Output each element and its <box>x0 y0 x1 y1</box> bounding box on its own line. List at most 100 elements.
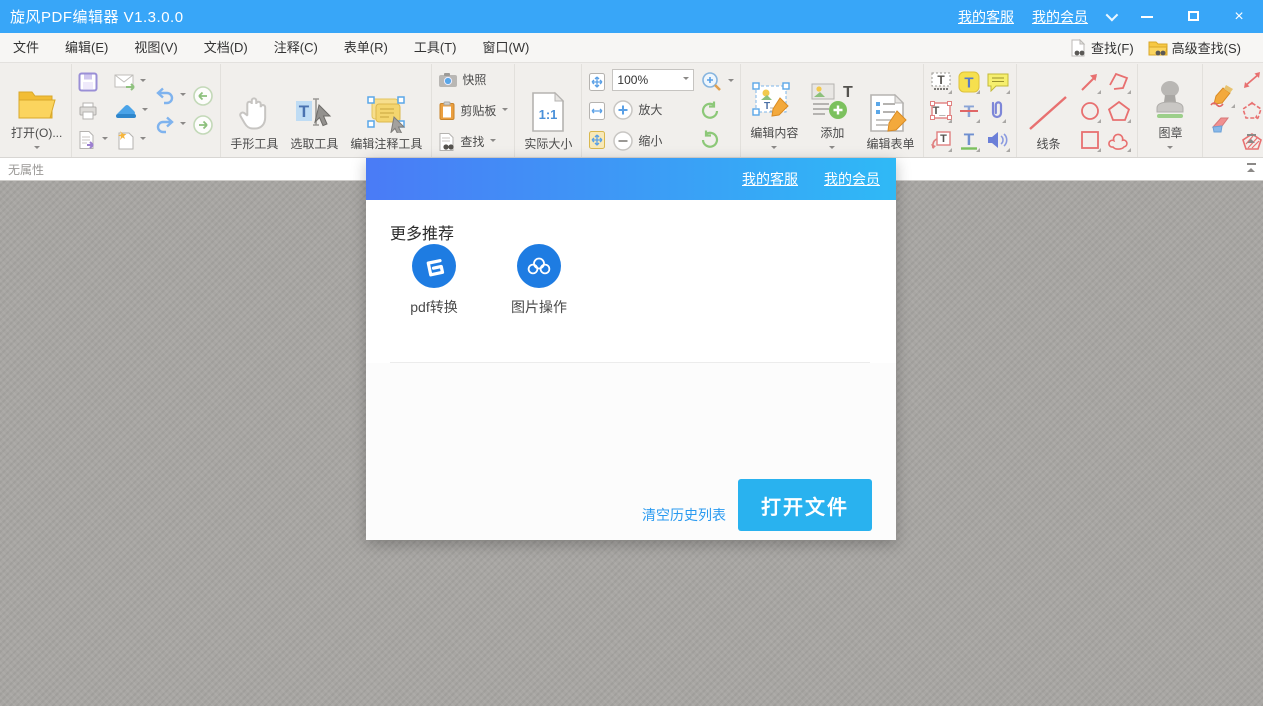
fit-visible-button[interactable] <box>588 128 606 152</box>
menu-file[interactable]: 文件 <box>0 33 52 63</box>
edit-content-icon: T <box>752 82 796 122</box>
stamp-button[interactable]: 图章 <box>1144 68 1196 154</box>
snapshot-button[interactable]: 快照 <box>438 67 486 93</box>
shortcut-image-operations[interactable]: 图片操作 <box>507 244 571 317</box>
svg-text:T: T <box>938 73 946 87</box>
new-document-dropdown-caret <box>140 137 146 143</box>
edit-form-button[interactable]: 编辑表单 <box>863 68 917 154</box>
svg-text:T: T <box>964 130 975 149</box>
edit-content-button[interactable]: T 编辑内容 <box>747 68 801 154</box>
sound-annotation-button[interactable] <box>986 128 1010 152</box>
go-back-button[interactable] <box>192 84 214 108</box>
member-link[interactable]: 我的会员 <box>1032 7 1088 27</box>
strikethrough-text-button[interactable]: T <box>958 99 980 123</box>
stamp-icon <box>1147 80 1193 122</box>
distance-tool-button[interactable]: 距离 <box>1241 67 1263 93</box>
polyline-tool-button[interactable] <box>1107 70 1131 94</box>
rectangle-tool-button[interactable] <box>1079 128 1101 152</box>
callout-text-tool-button[interactable]: T <box>930 128 952 152</box>
image-operations-icon <box>517 244 561 288</box>
dialog-service-link[interactable]: 我的客服 <box>742 169 798 189</box>
svg-text:T: T <box>764 101 770 112</box>
scanner-button[interactable] <box>114 99 148 123</box>
close-button[interactable]: × <box>1225 0 1253 33</box>
find-menubar-button[interactable]: 查找(F) <box>1066 36 1138 59</box>
add-button[interactable]: T 添加 <box>807 68 857 154</box>
select-tool-button[interactable]: T 选取工具 <box>287 68 341 154</box>
clipboard-button[interactable]: 剪贴板 <box>438 98 508 124</box>
underline-text-button[interactable]: T <box>958 128 980 152</box>
clear-history-link[interactable]: 清空历史列表 <box>642 505 726 525</box>
toolbar-collapse-button[interactable] <box>1245 134 1257 146</box>
fit-page-button[interactable] <box>588 70 606 94</box>
note-comment-button[interactable] <box>986 70 1010 94</box>
zoom-level-caret <box>683 77 689 83</box>
save-button[interactable] <box>78 70 98 94</box>
text-field-tool-button[interactable]: T_ <box>930 99 952 123</box>
maximize-button[interactable] <box>1179 0 1207 33</box>
dialog-header: 我的客服 我的会员 <box>366 158 896 200</box>
chevron-down-icon[interactable] <box>1106 9 1119 22</box>
menu-document[interactable]: 文档(D) <box>191 33 261 63</box>
typewriter-tool-button[interactable]: T <box>930 70 952 94</box>
rotate-left-button[interactable] <box>700 99 720 123</box>
hand-icon <box>237 95 271 133</box>
zoom-in-button[interactable]: 放大 <box>612 97 662 123</box>
scanner-dropdown-caret <box>142 108 148 114</box>
redo-dropdown-caret <box>180 122 186 128</box>
shortcut-pdf-convert[interactable]: pdf转换 <box>402 244 466 317</box>
pencil-tool-button[interactable] <box>1209 84 1235 108</box>
svg-text:1:1: 1:1 <box>539 107 558 122</box>
line-tool-button[interactable]: 线条 <box>1023 68 1073 154</box>
oval-tool-button[interactable] <box>1079 99 1101 123</box>
add-content-icon: T <box>810 82 854 122</box>
perimeter-tool-button[interactable]: 周长 <box>1241 98 1263 124</box>
email-button[interactable] <box>114 70 146 94</box>
minimize-button[interactable] <box>1133 0 1161 33</box>
cloud-tool-button[interactable] <box>1107 128 1131 152</box>
dialog-member-link[interactable]: 我的会员 <box>824 169 880 189</box>
zoom-level-select[interactable]: 100% <box>612 69 694 91</box>
marquee-zoom-button[interactable] <box>700 70 734 94</box>
rotate-right-button[interactable] <box>700 128 720 152</box>
pdf-convert-icon <box>412 244 456 288</box>
menu-view[interactable]: 视图(V) <box>121 33 190 63</box>
advanced-find-folder-icon <box>1148 39 1168 57</box>
startup-dialog: 我的客服 我的会员 更多推荐 pdf转换 图片操作 <box>366 158 896 540</box>
menu-form[interactable]: 表单(R) <box>331 33 401 63</box>
advanced-find-menubar-button[interactable]: 高级查找(S) <box>1144 36 1245 59</box>
menu-bar: 文件 编辑(E) 视图(V) 文档(D) 注释(C) 表单(R) 工具(T) 窗… <box>0 33 1263 63</box>
actual-size-button[interactable]: 1:1 实际大小 <box>521 68 575 154</box>
attach-file-button[interactable] <box>986 99 1006 123</box>
export-document-button[interactable] <box>78 128 108 152</box>
menu-annotation[interactable]: 注释(C) <box>261 33 331 63</box>
eraser-tool-button[interactable] <box>1209 113 1233 137</box>
line-icon <box>1026 93 1070 133</box>
main-toolbar: 打开(O)... <box>0 64 1263 158</box>
service-link[interactable]: 我的客服 <box>958 7 1014 27</box>
properties-collapse-button[interactable] <box>1245 163 1257 175</box>
menu-edit[interactable]: 编辑(E) <box>52 33 121 63</box>
menu-window[interactable]: 窗口(W) <box>469 33 542 63</box>
open-file-button[interactable]: 打开文件 <box>738 479 872 531</box>
dialog-body: 更多推荐 pdf转换 图片操作 清空历史列表 打开文件 <box>366 200 896 540</box>
polygon-tool-button[interactable] <box>1107 99 1131 123</box>
edit-form-icon <box>867 93 913 133</box>
highlight-text-button[interactable]: T <box>958 70 980 94</box>
edit-content-caret <box>771 146 777 152</box>
open-button[interactable]: 打开(O)... <box>8 68 65 154</box>
arrow-tool-button[interactable] <box>1079 70 1101 94</box>
edit-annotation-tool-button[interactable]: 编辑注释工具 <box>347 68 425 154</box>
redo-button[interactable] <box>154 113 186 137</box>
hand-tool-button[interactable]: 手形工具 <box>227 68 281 154</box>
svg-text:T: T <box>941 133 948 145</box>
menu-tools[interactable]: 工具(T) <box>401 33 470 63</box>
zoom-out-button[interactable]: 缩小 <box>612 128 662 154</box>
find-tool-button[interactable]: 查找 <box>438 129 496 155</box>
svg-text:T: T <box>843 84 853 101</box>
fit-width-button[interactable] <box>588 99 606 123</box>
new-document-button[interactable] <box>114 128 146 152</box>
undo-button[interactable] <box>154 84 186 108</box>
print-button[interactable] <box>78 99 98 123</box>
go-forward-button[interactable] <box>192 113 214 137</box>
